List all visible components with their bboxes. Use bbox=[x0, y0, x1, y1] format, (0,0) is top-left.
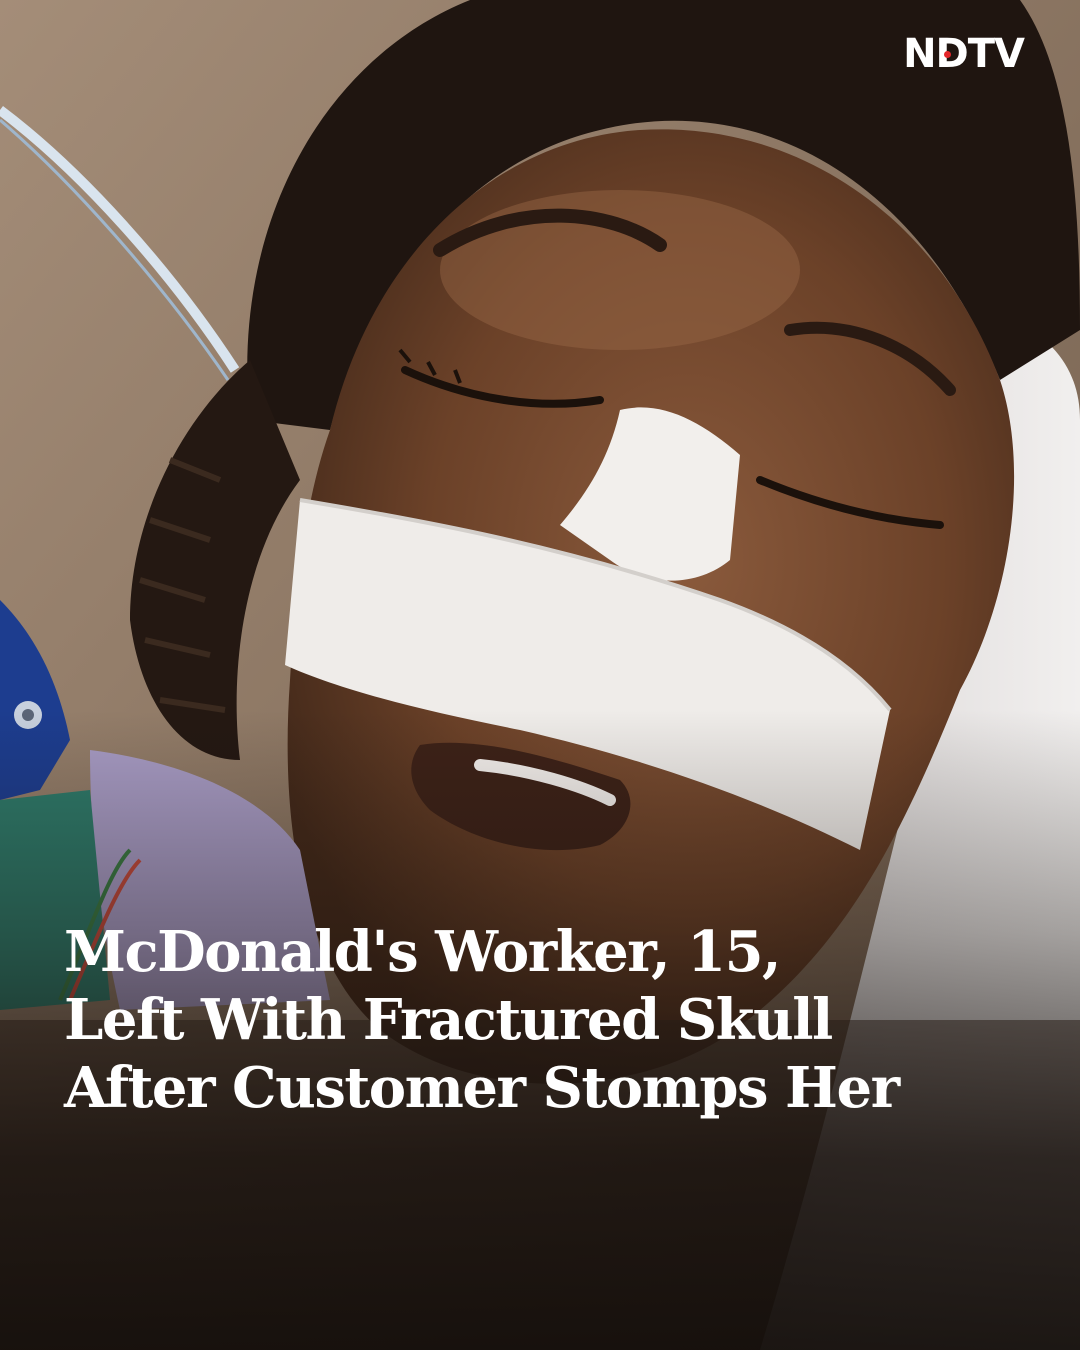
news-card: NDTV McDonald's Worker, 15, Left With Fr… bbox=[0, 0, 1080, 1350]
headline-line-1: McDonald's Worker, 15, bbox=[64, 919, 782, 985]
ndtv-logo: NDTV bbox=[903, 31, 1025, 77]
headline: McDonald's Worker, 15, Left With Fractur… bbox=[64, 918, 1024, 1122]
logo-text: NDTV bbox=[903, 31, 1025, 77]
headline-line-2: Left With Fractured Skull bbox=[64, 987, 833, 1053]
headline-line-3: After Customer Stomps Her bbox=[64, 1055, 900, 1121]
